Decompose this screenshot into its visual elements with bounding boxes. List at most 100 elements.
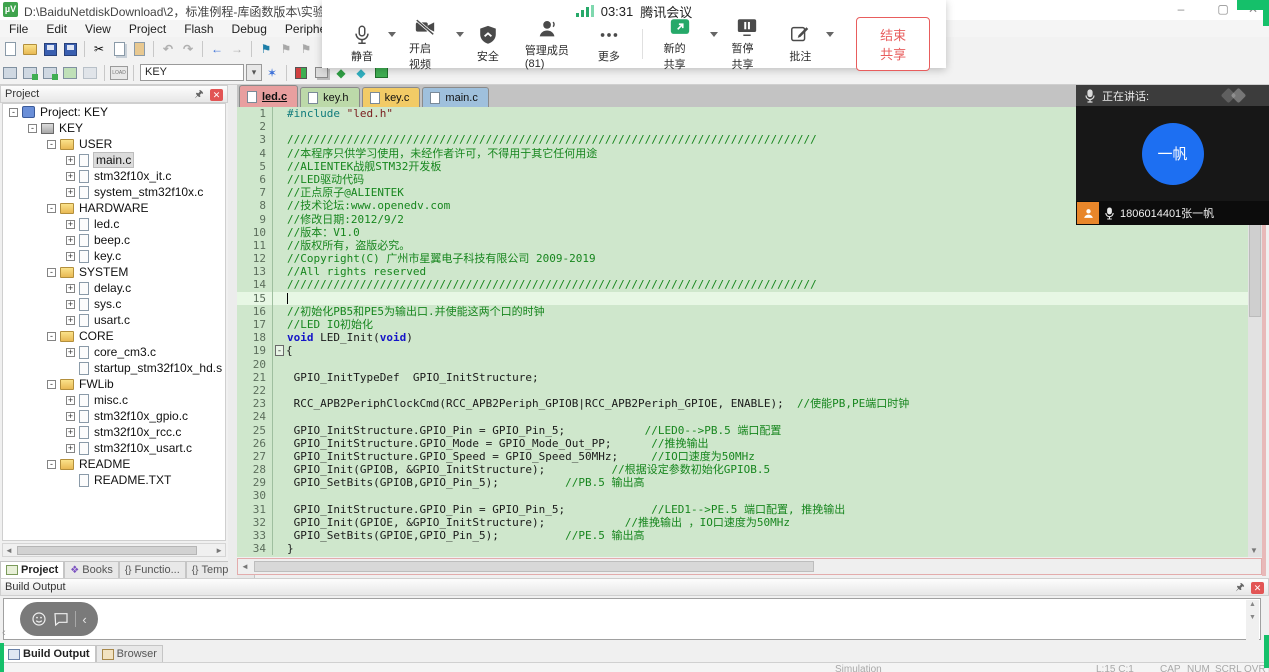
scroll-up-icon[interactable]: ▲ (1249, 601, 1256, 608)
navigate-back-icon[interactable]: ← (208, 41, 226, 58)
tree-expander-icon[interactable]: - (28, 124, 37, 133)
tree-item-Project-KEY[interactable]: -Project: KEY (3, 104, 225, 120)
tree-item-stm32f10x-it.c[interactable]: +stm32f10x_it.c (3, 168, 225, 184)
tree-item-stm32f10x-rcc.c[interactable]: +stm32f10x_rcc.c (3, 424, 225, 440)
security-button[interactable]: 安全 (477, 24, 499, 64)
annotate-button[interactable]: 批注 (789, 24, 811, 64)
bookmark-icon[interactable]: ⚑ (257, 41, 275, 58)
tab-functions[interactable]: {}Functio... (119, 561, 186, 578)
tree-expander-icon[interactable]: + (66, 412, 75, 421)
tree-expander-icon[interactable]: - (47, 332, 56, 341)
tree-item-sys.c[interactable]: +sys.c (3, 296, 225, 312)
tree-expander-icon[interactable]: + (66, 444, 75, 453)
copy-icon[interactable] (110, 41, 128, 58)
cut-icon[interactable]: ✂ (90, 41, 108, 58)
tree-item-stm32f10x-gpio.c[interactable]: +stm32f10x_gpio.c (3, 408, 225, 424)
build-icon[interactable] (21, 64, 39, 81)
tree-expander-icon[interactable]: + (66, 428, 75, 437)
tree-item-misc.c[interactable]: +misc.c (3, 392, 225, 408)
tree-expander-icon[interactable]: + (66, 220, 75, 229)
editor-tab-main.c[interactable]: main.c (422, 87, 488, 107)
tree-item-delay.c[interactable]: +delay.c (3, 280, 225, 296)
scroll-thumb[interactable] (254, 561, 814, 572)
scroll-left-icon[interactable]: ◄ (5, 546, 13, 555)
tree-item-KEY[interactable]: -KEY (3, 120, 225, 136)
start-video-button[interactable]: 开启视频 (409, 16, 441, 72)
stop-build-icon[interactable] (81, 64, 99, 81)
tree-item-FWLib[interactable]: -FWLib (3, 376, 225, 392)
tree-expander-icon[interactable]: - (47, 380, 56, 389)
edge-collapse-icon[interactable]: ‹ (2, 627, 6, 639)
target-select[interactable]: KEY (140, 64, 244, 81)
debug-session-icon[interactable] (292, 64, 310, 81)
tree-expander-icon[interactable]: + (66, 316, 75, 325)
fold-collapse-icon[interactable]: - (275, 345, 284, 356)
tree-expander-icon[interactable]: - (47, 204, 56, 213)
batch-build-icon[interactable] (61, 64, 79, 81)
meeting-floating-bar[interactable]: ‹ (20, 602, 98, 636)
tree-expander-icon[interactable]: - (47, 140, 56, 149)
tree-item-key.c[interactable]: +key.c (3, 248, 225, 264)
smiley-icon[interactable] (31, 611, 47, 627)
menu-view[interactable]: View (76, 22, 120, 36)
paste-icon[interactable] (130, 41, 148, 58)
project-hscrollbar[interactable]: ◄ ► (2, 543, 226, 557)
rebuild-icon[interactable] (41, 64, 59, 81)
new-file-icon[interactable] (1, 41, 19, 58)
video-options-caret-icon[interactable] (456, 32, 464, 37)
target-select-dropdown-icon[interactable]: ▾ (246, 64, 262, 81)
tree-item-USER[interactable]: -USER (3, 136, 225, 152)
tree-item-usart.c[interactable]: +usart.c (3, 312, 225, 328)
minimize-button[interactable]: – (1166, 0, 1196, 20)
build-vscrollbar[interactable]: ▲ ▼ (1246, 600, 1259, 640)
tree-item-beep.c[interactable]: +beep.c (3, 232, 225, 248)
tree-item-CORE[interactable]: -CORE (3, 328, 225, 344)
tree-expander-icon[interactable]: - (47, 268, 56, 277)
open-file-icon[interactable] (21, 41, 39, 58)
editor-tab-led.c[interactable]: led.c (239, 85, 298, 107)
tab-books[interactable]: ❖Books (64, 561, 119, 578)
tree-expander-icon[interactable]: + (66, 172, 75, 181)
scroll-left-icon[interactable]: ◄ (241, 562, 249, 571)
mute-options-caret-icon[interactable] (388, 32, 396, 37)
tree-item-README[interactable]: -README (3, 456, 225, 472)
editor-tab-key.h[interactable]: key.h (300, 87, 359, 107)
share-options-caret-icon[interactable] (710, 32, 718, 37)
tree-item-HARDWARE[interactable]: -HARDWARE (3, 200, 225, 216)
scroll-right-icon[interactable]: ► (215, 546, 223, 555)
scroll-down-icon[interactable]: ▼ (1249, 614, 1256, 621)
tree-expander-icon[interactable]: + (66, 300, 75, 309)
tree-expander-icon[interactable]: + (66, 156, 75, 165)
pause-share-button[interactable]: 暂停共享 (731, 16, 763, 72)
new-share-button[interactable]: 新的共享 (664, 16, 696, 72)
panel-splitter[interactable] (228, 85, 237, 578)
menu-project[interactable]: Project (120, 22, 175, 36)
scroll-thumb[interactable] (17, 546, 197, 555)
download-icon[interactable]: LOAD (110, 64, 128, 81)
tree-expander-icon[interactable]: + (66, 396, 75, 405)
tab-browser[interactable]: Browser (96, 645, 163, 662)
scroll-down-icon[interactable]: ▼ (1250, 546, 1258, 555)
editor-hscrollbar[interactable]: ◄ (237, 558, 1262, 575)
tree-item-led.c[interactable]: +led.c (3, 216, 225, 232)
chat-icon[interactable] (53, 611, 69, 627)
tree-expander-icon[interactable]: - (47, 460, 56, 469)
tree-expander-icon[interactable]: + (66, 236, 75, 245)
menu-flash[interactable]: Flash (175, 22, 222, 36)
tree-item-README.TXT[interactable]: README.TXT (3, 472, 225, 488)
tree-expander-icon[interactable]: + (66, 284, 75, 293)
translate-icon[interactable] (1, 64, 19, 81)
tree-expander-icon[interactable]: + (66, 188, 75, 197)
navigate-forward-icon[interactable]: → (228, 41, 246, 58)
more-button[interactable]: 更多 (597, 24, 621, 64)
options-for-target-icon[interactable]: ✶ (263, 64, 281, 81)
build-close-icon[interactable]: ✕ (1251, 582, 1264, 594)
tree-expander-icon[interactable]: + (66, 252, 75, 261)
tree-item-main.c[interactable]: +main.c (3, 152, 225, 168)
pill-collapse-icon[interactable]: ‹ (82, 612, 86, 627)
undo-icon[interactable]: ↶ (159, 41, 177, 58)
save-all-icon[interactable] (61, 41, 79, 58)
prev-bookmark-icon[interactable]: ⚑ (277, 41, 295, 58)
tree-item-core-cm3.c[interactable]: +core_cm3.c (3, 344, 225, 360)
tree-expander-icon[interactable]: - (9, 108, 18, 117)
